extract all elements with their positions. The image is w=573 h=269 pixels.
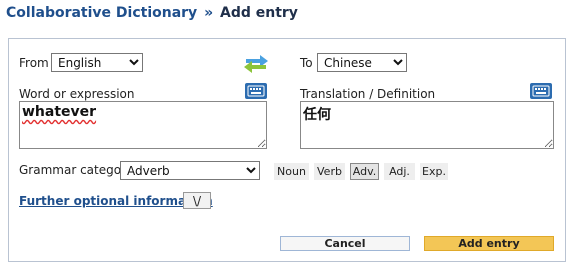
word-label: Word or expression: [19, 87, 135, 101]
grammar-verb-button[interactable]: Verb: [314, 163, 345, 180]
from-language-select[interactable]: English: [51, 53, 143, 72]
virtual-keyboard-icon[interactable]: [245, 83, 267, 99]
grammar-adjective-button[interactable]: Adj.: [384, 163, 415, 180]
grammar-expression-button[interactable]: Exp.: [420, 163, 448, 180]
add-entry-form: From English To Chinese Word or expressi…: [8, 38, 566, 262]
virtual-keyboard-icon[interactable]: [530, 83, 552, 99]
from-label: From: [19, 56, 49, 70]
breadcrumb-root[interactable]: Collaborative Dictionary: [6, 5, 197, 21]
grammar-category-select[interactable]: Adverb: [120, 161, 260, 180]
expand-optional-button[interactable]: \/: [183, 192, 211, 209]
to-language-select[interactable]: Chinese: [317, 53, 407, 72]
grammar-noun-button[interactable]: Noun: [274, 163, 309, 180]
grammar-label: Grammar category: [19, 163, 134, 177]
translation-label: Translation / Definition: [300, 87, 436, 101]
swap-languages-icon[interactable]: [242, 52, 270, 74]
to-label: To: [300, 56, 313, 70]
breadcrumb-current: Add entry: [219, 5, 298, 21]
add-entry-button[interactable]: Add entry: [424, 236, 554, 251]
translation-input[interactable]: 任何: [300, 101, 554, 149]
page-title: Collaborative Dictionary » Add entry: [6, 5, 298, 21]
word-input[interactable]: whatever: [19, 101, 267, 149]
grammar-adverb-button[interactable]: Adv.: [350, 163, 379, 180]
cancel-button[interactable]: Cancel: [280, 236, 410, 251]
breadcrumb-separator: »: [204, 5, 214, 21]
